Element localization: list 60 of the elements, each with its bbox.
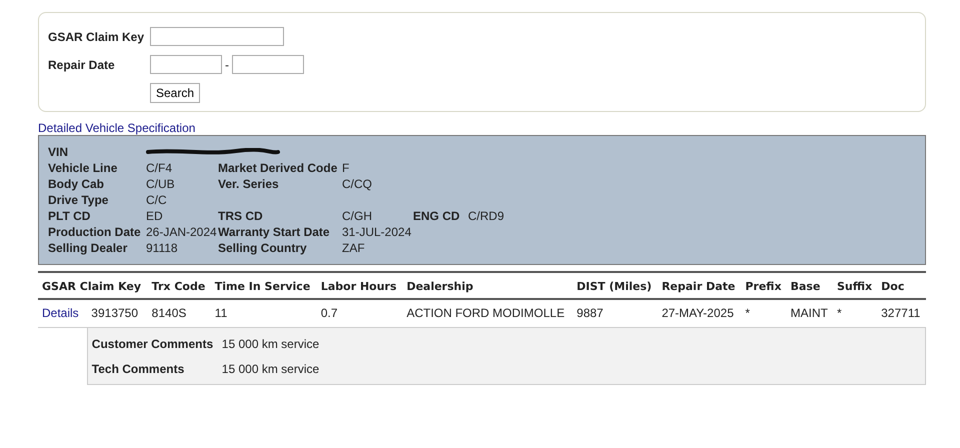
spec-value: ZAF [342, 241, 366, 255]
search-button[interactable]: Search [150, 83, 200, 103]
spec-label: Market Derived Code [218, 161, 338, 175]
spec-label: Warranty Start Date [218, 225, 331, 239]
column-header: Base [786, 272, 833, 299]
date-from-field[interactable] [150, 55, 222, 74]
column-header: Prefix [741, 272, 786, 299]
spec-label: Drive Type [48, 193, 110, 207]
table-cell: ACTION FORD MODIMOLLE [402, 299, 573, 328]
table-cell: 27-MAY-2025 [658, 299, 742, 328]
spec-value: C/CQ [342, 177, 373, 191]
table-cell: 3913750 [87, 299, 148, 328]
column-header: Doc [877, 272, 926, 299]
claim-key-field[interactable] [150, 27, 284, 46]
spec-label: Ver. Series [218, 177, 280, 191]
table-cell: 9887 [572, 299, 658, 328]
range-separator: - [225, 58, 229, 72]
spec-label: TRS CD [218, 209, 264, 223]
details-link[interactable]: Details [42, 306, 79, 320]
spec-value: 91118 [146, 241, 179, 255]
column-header: Dealership [402, 272, 573, 299]
spec-value: C/F4 [146, 161, 174, 175]
spec-label: PLT CD [48, 209, 92, 223]
spec-label: Selling Dealer [48, 241, 128, 255]
spec-value: C/GH [342, 209, 373, 223]
spec-label: ENG CD [413, 209, 461, 223]
column-header: Repair Date [658, 272, 742, 299]
table-cell: 8140S [148, 299, 211, 328]
spec-value: C/C [146, 193, 168, 207]
spec-label: VIN [48, 145, 70, 159]
column-header: Suffix [832, 272, 878, 299]
column-header: Time In Service [210, 272, 317, 299]
spec-label: Production Date [48, 225, 142, 239]
table-cell: * [832, 299, 878, 328]
field-label: GSAR Claim Key [48, 30, 146, 44]
column-header: Trx Code [148, 272, 211, 299]
table-cell: * [741, 299, 786, 328]
spec-value: C/UB [146, 177, 176, 191]
spec-label: Selling Country [218, 241, 308, 255]
table-cell: 11 [210, 299, 317, 328]
spec-value: C/RD9 [468, 209, 506, 223]
spec-value: F [342, 161, 350, 175]
spec-label: Body Cab [48, 177, 106, 191]
spec-label: Vehicle Line [48, 161, 118, 175]
comment-label: Tech Comments [92, 362, 186, 376]
comment-text: 15 000 km service [222, 362, 320, 376]
spec-value: ED [146, 209, 164, 223]
field-label: Repair Date [48, 58, 116, 72]
spec-link[interactable]: Detailed Vehicle Specification [38, 121, 196, 135]
comment-label: Customer Comments [92, 336, 214, 350]
spec-value: 31-JUL-2024 [342, 225, 412, 239]
column-header: DIST (Miles) [572, 272, 658, 299]
table-cell: 327711 [877, 299, 926, 328]
column-header: GSAR Claim Key [38, 272, 148, 299]
spec-value: 26-JAN-2024 [146, 225, 218, 239]
table-cell: MAINT [786, 299, 833, 328]
column-header: Labor Hours [316, 272, 403, 299]
table-cell: 0.7 [316, 299, 403, 328]
comment-text: 15 000 km service [222, 336, 320, 350]
date-to-field[interactable] [232, 55, 304, 74]
